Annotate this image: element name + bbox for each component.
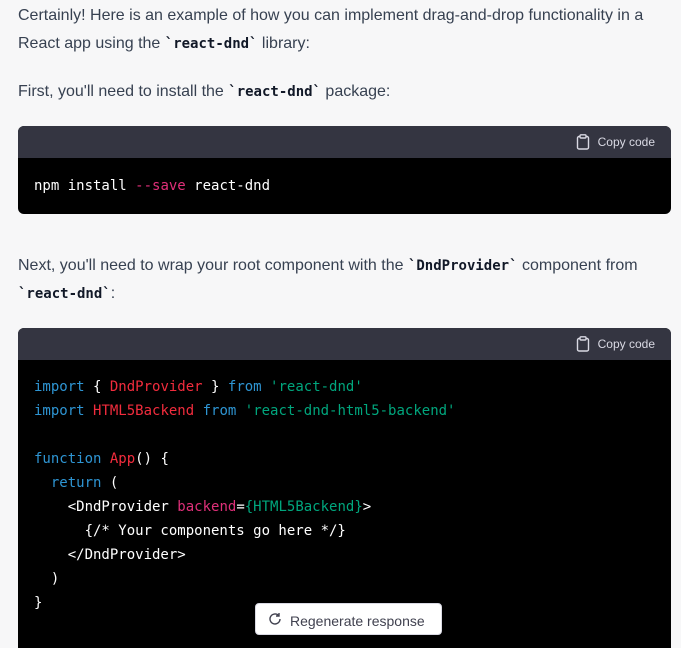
- code-content: npm install --save react-dnd: [34, 178, 271, 194]
- code-block-install: Copy code npm install --save react-dnd: [18, 126, 671, 214]
- copy-code-button[interactable]: Copy code: [576, 134, 655, 150]
- message-content: Certainly! Here is an example of how you…: [18, 0, 671, 648]
- code-block-provider: Copy code import { DndProvider } from 'r…: [18, 328, 671, 648]
- inline-code-react-dnd: `react-dnd`: [164, 36, 258, 52]
- regenerate-response-button[interactable]: Regenerate response: [255, 603, 442, 635]
- intro-paragraph: Certainly! Here is an example of how you…: [18, 7, 644, 52]
- clipboard-icon: [576, 336, 590, 352]
- refresh-icon: [268, 612, 282, 629]
- code-content: import { DndProvider } from 'react-dnd' …: [34, 379, 456, 611]
- code-block-header: Copy code: [18, 328, 671, 360]
- wrap-paragraph: Next, you'll need to wrap your root comp…: [18, 257, 638, 302]
- copy-code-button[interactable]: Copy code: [576, 336, 655, 352]
- install-paragraph: First, you'll need to install the `react…: [18, 83, 391, 100]
- inline-code-react-dnd: `react-dnd`: [228, 84, 321, 100]
- inline-code-dndprovider: `DndProvider`: [407, 258, 518, 274]
- inline-code-react-dnd: `react-dnd`: [18, 286, 111, 302]
- code-block-header: Copy code: [18, 126, 671, 158]
- clipboard-icon: [576, 134, 590, 150]
